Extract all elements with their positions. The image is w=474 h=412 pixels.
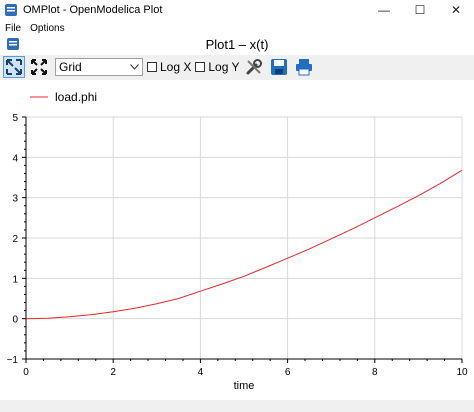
save-button[interactable] [268,56,290,78]
plot-window-header: Plot1 – x(t) [0,35,474,55]
save-icon [270,59,287,75]
app-icon [5,4,17,16]
tools-icon [246,59,262,75]
print-icon [295,59,312,76]
plot-canvas[interactable]: −1 0 1 2 3 4 5 0 2 4 6 8 10 time load.phi [0,80,474,400]
y-tick-label: 1 [12,274,18,285]
fit-in-view-button[interactable] [28,56,50,78]
window-title: OMPlot - OpenModelica Plot [23,4,163,16]
grid-select[interactable]: Grid [55,58,143,76]
close-button[interactable]: ✕ [438,0,474,20]
plot-toolbar: Grid Log X Log Y [0,55,474,79]
title-bar: OMPlot - OpenModelica Plot — ☐ ✕ [0,0,474,20]
zoom-button[interactable] [3,56,25,78]
y-tick-label: 4 [12,153,18,164]
log-y-checkbox[interactable]: Log Y [195,60,240,74]
menu-options[interactable]: Options [26,23,68,34]
print-button[interactable] [293,56,315,78]
plot-window-title: Plot1 – x(t) [205,37,269,52]
log-x-label: Log X [160,60,192,74]
x-tick-label: 6 [285,367,291,378]
x-tick-label: 2 [110,367,116,378]
x-tick-label: 4 [198,367,204,378]
maximize-button[interactable]: ☐ [402,0,438,20]
y-tick-label: 3 [12,194,18,205]
log-x-checkbox[interactable]: Log X [147,60,191,74]
y-tick-label: 5 [12,113,18,124]
log-x-checkbox-box[interactable] [147,62,157,72]
minimize-button[interactable]: — [366,0,402,20]
y-tick-label: 2 [12,234,18,245]
x-tick-label: 10 [456,367,468,378]
chevron-down-icon [130,64,139,70]
zoom-icon [6,59,22,75]
x-tick-label: 0 [23,367,29,378]
menu-file[interactable]: File [1,23,25,34]
y-tick-label: −1 [7,355,19,366]
menu-bar: File Options [0,20,474,36]
chart[interactable]: −1 0 1 2 3 4 5 0 2 4 6 8 10 time load.phi [0,80,474,400]
fit-in-view-icon [31,59,47,75]
grid-select-value: Grid [59,60,82,74]
status-bar [0,400,474,412]
log-y-label: Log Y [208,60,240,74]
setup-button[interactable] [243,56,265,78]
log-y-checkbox-box[interactable] [195,62,206,72]
legend-label-load-phi[interactable]: load.phi [55,90,97,104]
y-tick-label: 0 [12,315,18,326]
x-axis-label: time [234,380,255,392]
series-line-load-phi[interactable] [25,169,463,320]
x-tick-label: 8 [372,367,378,378]
